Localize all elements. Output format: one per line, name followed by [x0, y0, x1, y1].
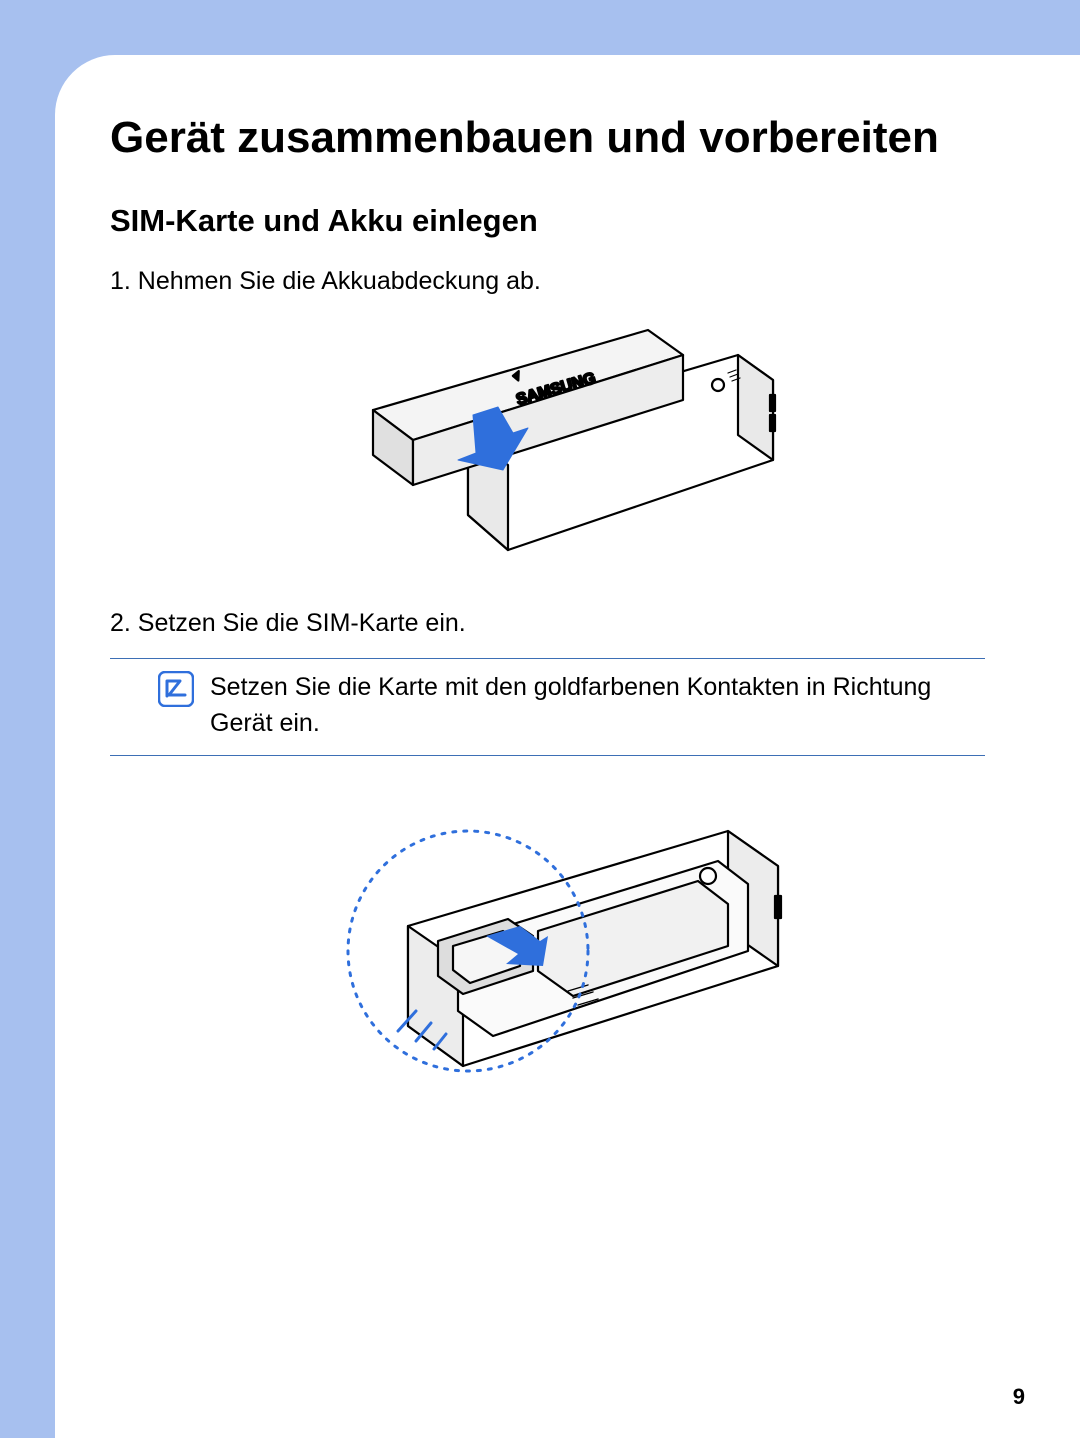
illustration-remove-cover: SAMSUNG — [110, 315, 985, 575]
phone-cover-svg: SAMSUNG — [318, 315, 778, 575]
manual-page: Gerät zusammenbauen und vorbereiten SIM-… — [55, 55, 1080, 1438]
note-callout: Setzen Sie die Karte mit den goldfarbene… — [110, 658, 985, 757]
page-title: Gerät zusammenbauen und vorbereiten — [110, 110, 985, 165]
step-1: 1. Nehmen Sie die Akkuabdeckung ab. — [110, 263, 985, 299]
section-subtitle: SIM-Karte und Akku einlegen — [110, 203, 985, 239]
phone-sim-svg — [288, 786, 808, 1096]
illustration-insert-sim — [110, 786, 985, 1096]
page-number: 9 — [1013, 1384, 1025, 1410]
note-text: Setzen Sie die Karte mit den goldfarbene… — [210, 669, 985, 742]
note-icon — [158, 671, 194, 712]
step-2: 2. Setzen Sie die SIM-Karte ein. — [110, 605, 985, 641]
